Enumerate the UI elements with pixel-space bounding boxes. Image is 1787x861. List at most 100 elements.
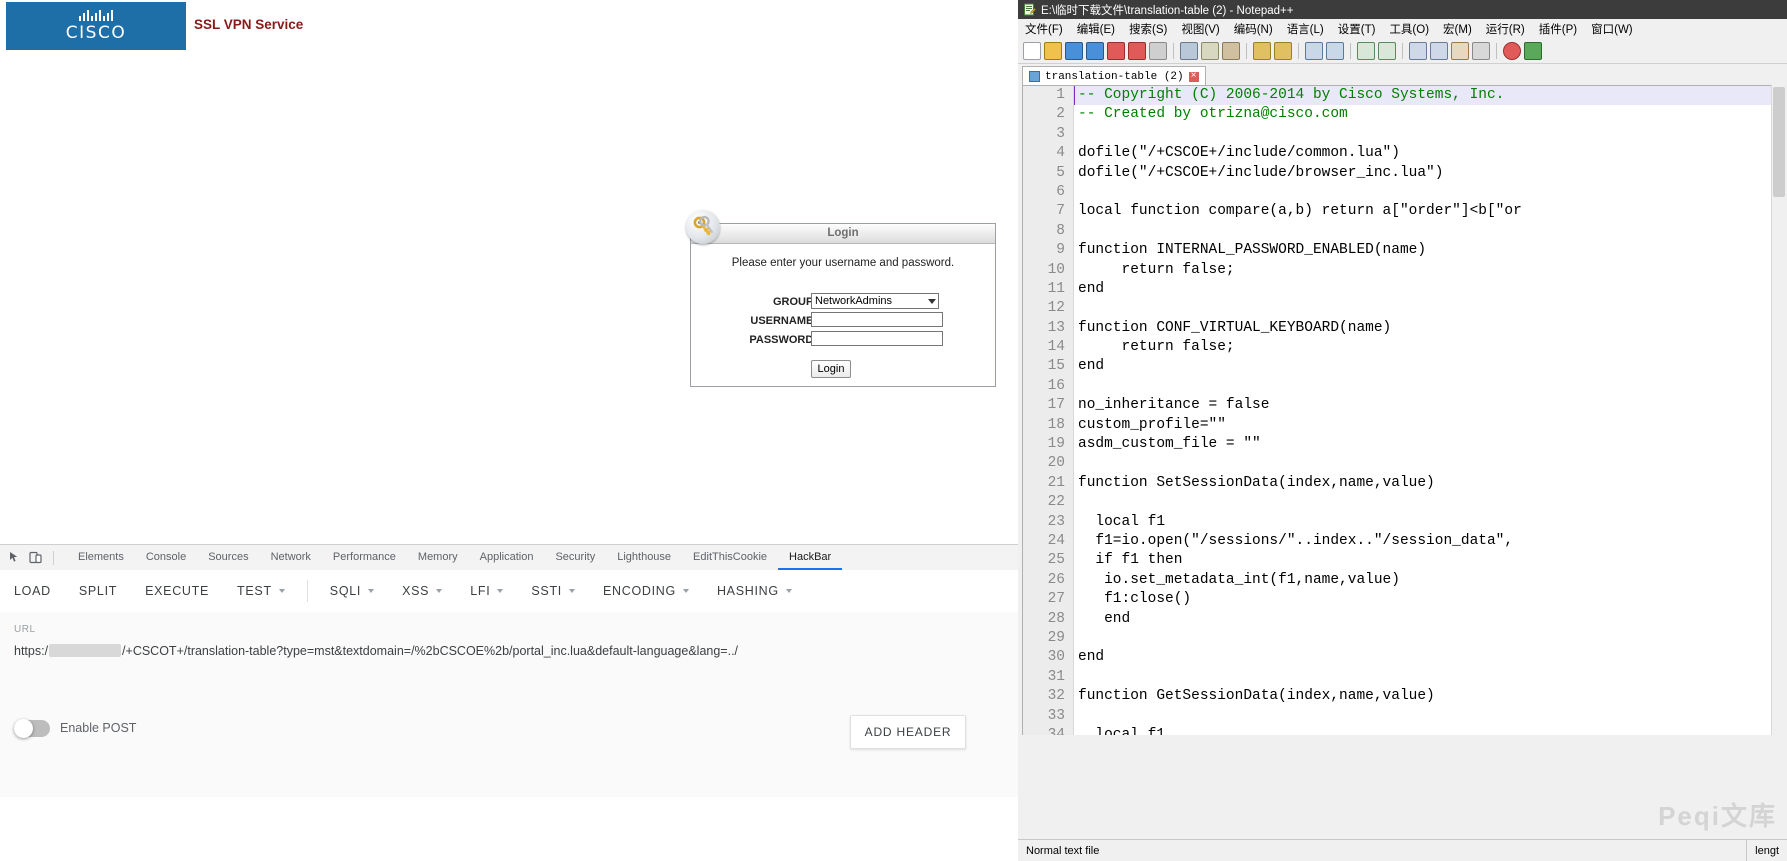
devtools-tab-console[interactable]: Console <box>135 545 197 570</box>
url-input[interactable]: https:/ /+CSCOT+/translation-table?type=m… <box>14 644 738 658</box>
enable-post-toggle[interactable] <box>14 719 50 738</box>
cut-icon[interactable] <box>1180 42 1198 60</box>
code-line[interactable]: return false; <box>1074 261 1786 280</box>
new-file-icon[interactable] <box>1023 42 1041 60</box>
devtools-tab-security[interactable]: Security <box>544 545 606 570</box>
menu-编码n[interactable]: 编码(N) <box>1227 21 1280 37</box>
devtools-tab-network[interactable]: Network <box>260 545 322 570</box>
hackbar-action-execute-button[interactable]: EXECUTE <box>131 584 223 598</box>
code-line[interactable]: dofile("/+CSCOE+/include/common.lua") <box>1074 144 1786 163</box>
code-line[interactable]: function INTERNAL_PASSWORD_ENABLED(name) <box>1074 241 1786 260</box>
sync-scroll-icon[interactable] <box>1409 42 1427 60</box>
code-line[interactable]: end <box>1074 610 1786 629</box>
code-line[interactable] <box>1074 222 1786 241</box>
print-icon[interactable] <box>1149 42 1167 60</box>
close-icon[interactable]: × <box>1188 71 1199 82</box>
code-line[interactable]: end <box>1074 648 1786 667</box>
menu-设置t[interactable]: 设置(T) <box>1331 21 1383 37</box>
replace-icon[interactable] <box>1326 42 1344 60</box>
menu-运行r[interactable]: 运行(R) <box>1479 21 1532 37</box>
save-icon[interactable] <box>1065 42 1083 60</box>
code-line[interactable] <box>1074 299 1786 318</box>
code-line[interactable] <box>1074 454 1786 473</box>
hackbar-action-test-button[interactable]: TEST <box>223 584 299 598</box>
code-line[interactable]: local function compare(a,b) return a["or… <box>1074 202 1786 221</box>
copy-icon[interactable] <box>1201 42 1219 60</box>
login-submit-button[interactable]: Login <box>811 360 851 378</box>
hackbar-payload-lfi-button[interactable]: LFI <box>456 584 517 598</box>
code-text-area[interactable]: -- Copyright (C) 2006-2014 by Cisco Syst… <box>1074 86 1786 735</box>
devtools-tab-memory[interactable]: Memory <box>407 545 469 570</box>
devtools-tab-elements[interactable]: Elements <box>67 545 135 570</box>
code-line[interactable] <box>1074 493 1786 512</box>
menu-文件f[interactable]: 文件(F) <box>1018 21 1070 37</box>
code-line[interactable]: local f1 <box>1074 513 1786 532</box>
show-symbol-icon[interactable] <box>1451 42 1469 60</box>
code-line[interactable]: asdm_custom_file = "" <box>1074 435 1786 454</box>
code-line[interactable] <box>1074 629 1786 648</box>
redo-icon[interactable] <box>1274 42 1292 60</box>
save-all-icon[interactable] <box>1086 42 1104 60</box>
code-line[interactable] <box>1074 125 1786 144</box>
code-line[interactable]: -- Copyright (C) 2006-2014 by Cisco Syst… <box>1074 86 1786 106</box>
hackbar-payload-ssti-button[interactable]: SSTI <box>517 584 589 598</box>
zoom-out-icon[interactable] <box>1378 42 1396 60</box>
add-header-button[interactable]: ADD HEADER <box>850 715 966 749</box>
devtools-tab-editthiscookie[interactable]: EditThisCookie <box>682 545 778 570</box>
menu-工具o[interactable]: 工具(O) <box>1382 21 1436 37</box>
password-input[interactable] <box>811 331 943 346</box>
menu-宏m[interactable]: 宏(M) <box>1436 21 1479 37</box>
close-file-icon[interactable] <box>1107 42 1125 60</box>
hackbar-payload-hashing-button[interactable]: HASHING <box>703 584 806 598</box>
code-line[interactable]: return false; <box>1074 338 1786 357</box>
scrollbar-thumb[interactable] <box>1773 87 1785 197</box>
hackbar-action-split-button[interactable]: SPLIT <box>65 584 131 598</box>
hackbar-payload-encoding-button[interactable]: ENCODING <box>589 584 703 598</box>
devtools-tab-lighthouse[interactable]: Lighthouse <box>606 545 682 570</box>
devtools-tab-sources[interactable]: Sources <box>197 545 259 570</box>
code-line[interactable]: end <box>1074 357 1786 376</box>
code-line[interactable] <box>1074 377 1786 396</box>
code-line[interactable]: function SetSessionData(index,name,value… <box>1074 474 1786 493</box>
macro-record-icon[interactable] <box>1503 42 1521 60</box>
find-icon[interactable] <box>1305 42 1323 60</box>
hackbar-action-load-button[interactable]: LOAD <box>0 584 65 598</box>
code-line[interactable]: function CONF_VIRTUAL_KEYBOARD(name) <box>1074 319 1786 338</box>
open-file-icon[interactable] <box>1044 42 1062 60</box>
menu-插件p[interactable]: 插件(P) <box>1532 21 1584 37</box>
word-wrap-icon[interactable] <box>1430 42 1448 60</box>
device-toolbar-icon[interactable] <box>29 551 42 564</box>
code-line[interactable]: dofile("/+CSCOE+/include/browser_inc.lua… <box>1074 164 1786 183</box>
code-line[interactable]: end <box>1074 280 1786 299</box>
undo-icon[interactable] <box>1253 42 1271 60</box>
code-editor[interactable]: 1 2 3 4 5 6 7 8 9 10 11 12 13 14 15 16 17 18 19 20 21 22 23 24 2… <box>1022 85 1787 735</box>
group-select[interactable]: NetworkAdmins <box>811 293 939 309</box>
zoom-in-icon[interactable] <box>1357 42 1375 60</box>
code-line[interactable]: local f1 <box>1074 726 1786 735</box>
code-line[interactable]: function GetSessionData(index,name,value… <box>1074 687 1786 706</box>
menu-窗口w[interactable]: 窗口(W) <box>1584 21 1640 37</box>
devtools-tab-application[interactable]: Application <box>469 545 545 570</box>
code-line[interactable]: if f1 then <box>1074 551 1786 570</box>
code-line[interactable]: f1:close() <box>1074 590 1786 609</box>
code-line[interactable] <box>1074 668 1786 687</box>
code-line[interactable]: custom_profile="" <box>1074 416 1786 435</box>
menu-搜索s[interactable]: 搜索(S) <box>1122 21 1174 37</box>
username-input[interactable] <box>811 312 943 327</box>
hackbar-payload-xss-button[interactable]: XSS <box>388 584 456 598</box>
code-line[interactable]: no_inheritance = false <box>1074 396 1786 415</box>
editor-vertical-scrollbar[interactable] <box>1771 85 1787 735</box>
code-line[interactable]: -- Created by otrizna@cisco.com <box>1074 105 1786 124</box>
code-line[interactable]: io.set_metadata_int(f1,name,value) <box>1074 571 1786 590</box>
menu-视图v[interactable]: 视图(V) <box>1174 21 1226 37</box>
menu-语言l[interactable]: 语言(L) <box>1280 21 1331 37</box>
code-line[interactable] <box>1074 183 1786 202</box>
hackbar-payload-sqli-button[interactable]: SQLI <box>316 584 388 598</box>
menu-编辑e[interactable]: 编辑(E) <box>1070 21 1122 37</box>
indent-guide-icon[interactable] <box>1472 42 1490 60</box>
close-all-icon[interactable] <box>1128 42 1146 60</box>
code-line[interactable]: f1=io.open("/sessions/"..index.."/sessio… <box>1074 532 1786 551</box>
inspect-element-icon[interactable] <box>9 551 22 564</box>
paste-icon[interactable] <box>1222 42 1240 60</box>
devtools-tab-performance[interactable]: Performance <box>322 545 407 570</box>
